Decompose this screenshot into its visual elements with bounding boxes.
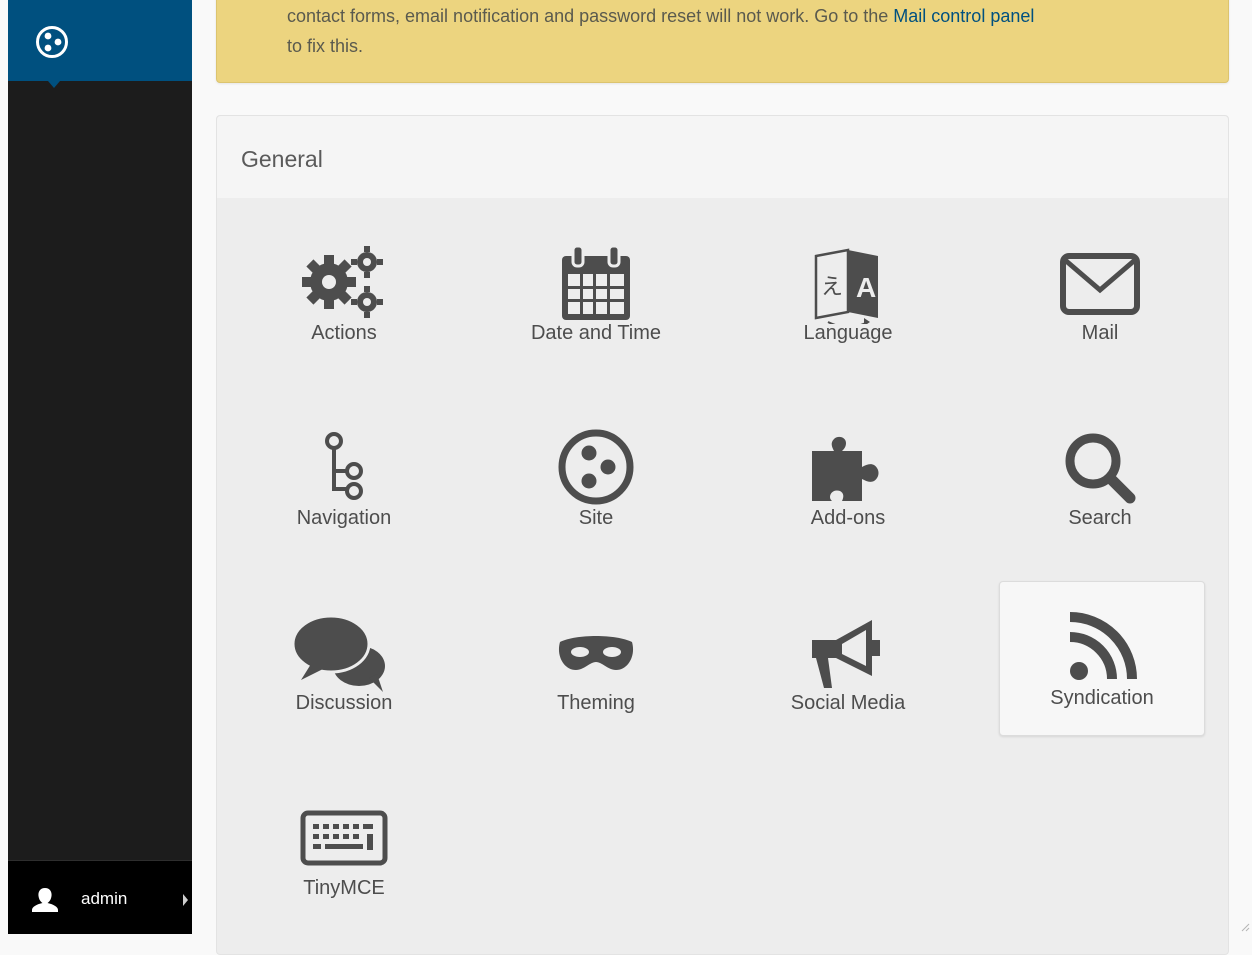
megaphone-icon <box>812 620 880 688</box>
item-label: TinyMCE <box>303 877 385 899</box>
toolbar: admin <box>8 0 192 934</box>
warning-text: contact forms, email notification and pa… <box>287 6 894 26</box>
general-control-panels: General Actions Date and Time A え Langua… <box>216 115 1229 955</box>
mail-icon <box>1060 253 1140 315</box>
rss-icon <box>1069 612 1137 680</box>
control-panel-language[interactable]: A え Language <box>745 216 951 371</box>
mail-warning-alert: contact forms, email notification and pa… <box>216 0 1229 83</box>
item-label: Theming <box>557 692 635 714</box>
panel-title: General <box>241 146 323 172</box>
mail-control-panel-link[interactable]: Mail control panel <box>893 6 1034 26</box>
control-panel-social-media[interactable]: Social Media <box>745 586 951 741</box>
site-icon <box>558 429 634 505</box>
user-menu[interactable]: admin <box>8 860 192 934</box>
control-panel-syndication[interactable]: Syndication <box>999 581 1205 736</box>
puzzle-icon <box>812 436 879 501</box>
caret-right-icon <box>183 894 188 906</box>
navigation-icon <box>325 432 363 500</box>
item-label: Discussion <box>295 692 393 714</box>
item-label: Social Media <box>790 692 906 714</box>
control-panel-discussion[interactable]: Discussion <box>241 586 447 741</box>
search-icon <box>1065 433 1136 504</box>
item-label: Date and Time <box>530 322 662 344</box>
language-icon: A え <box>814 248 878 324</box>
control-panel-navigation[interactable]: Navigation <box>241 401 447 556</box>
warning-line-2: to fix this. <box>287 36 364 56</box>
mask-icon <box>558 636 634 670</box>
control-panel-mail[interactable]: Mail <box>997 216 1203 371</box>
page-edge <box>0 0 8 934</box>
control-panel-site[interactable]: Site <box>493 401 699 556</box>
item-label: Add-ons <box>810 507 886 529</box>
item-label: Search <box>1068 507 1132 529</box>
item-label: Language <box>803 322 893 344</box>
control-panel-theming[interactable]: Theming <box>493 586 699 741</box>
plone-logo-button[interactable] <box>8 0 192 81</box>
item-label: Actions <box>311 322 377 344</box>
item-label: Navigation <box>296 507 392 529</box>
panel-header: General <box>217 116 1228 198</box>
control-panel-search[interactable]: Search <box>997 401 1203 556</box>
item-label: Mail <box>1081 322 1119 344</box>
user-icon <box>32 888 58 912</box>
item-label: Syndication <box>1050 687 1154 709</box>
item-label: Site <box>578 507 614 529</box>
svg-text:え: え <box>821 275 843 300</box>
gears-icon <box>302 246 383 318</box>
svg-text:A: A <box>856 272 876 303</box>
control-panel-actions[interactable]: Actions <box>241 216 447 371</box>
warning-line-1: contact forms, email notification and pa… <box>287 6 1034 27</box>
control-panel-add-ons[interactable]: Add-ons <box>745 401 951 556</box>
active-caret <box>48 81 60 88</box>
user-name: admin <box>81 889 128 908</box>
calendar-icon <box>562 244 630 320</box>
resize-grip-icon[interactable] <box>1238 920 1250 932</box>
control-panel-date-and-time[interactable]: Date and Time <box>493 216 699 371</box>
control-panel-tinymce[interactable]: TinyMCE <box>241 771 447 926</box>
plone-logo-icon <box>36 26 68 58</box>
keyboard-icon <box>300 810 388 866</box>
chat-icon <box>291 614 385 692</box>
